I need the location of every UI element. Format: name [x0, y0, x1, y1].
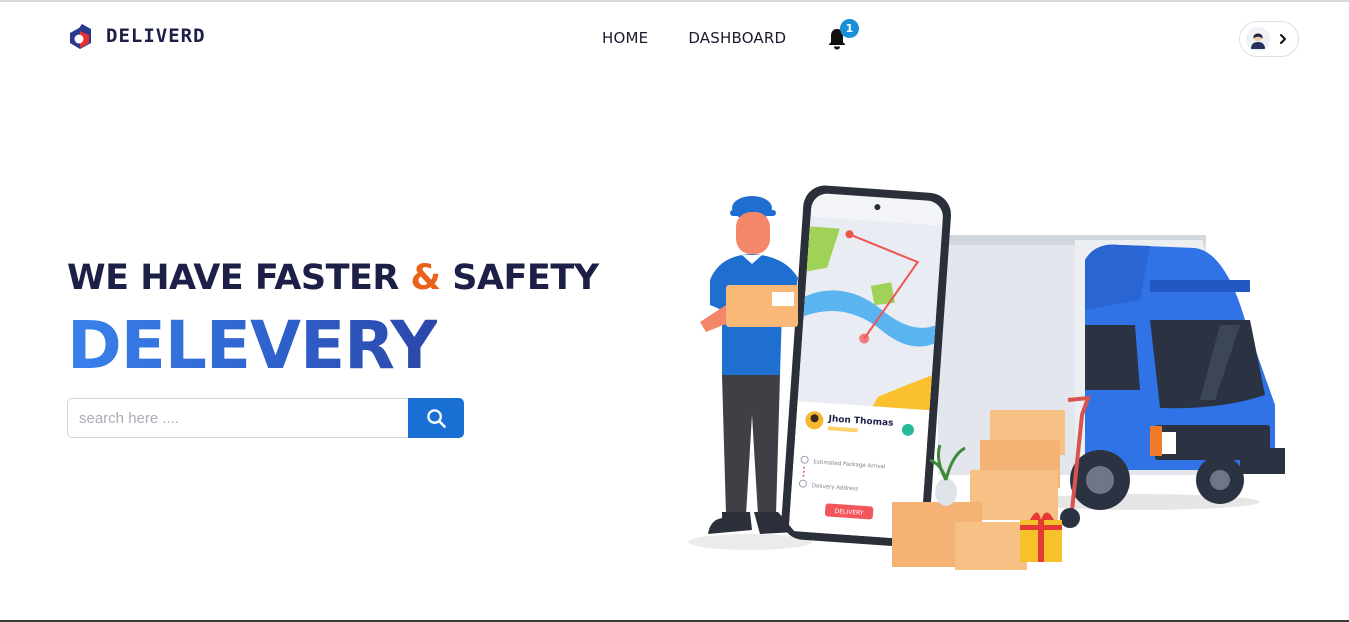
- nav-home[interactable]: HOME: [602, 29, 648, 47]
- tagline-part-1: WE HAVE FASTER: [67, 258, 399, 298]
- main-nav: HOME DASHBOARD: [602, 29, 786, 47]
- avatar-icon: [1246, 27, 1270, 51]
- hero-headline: DELEVERY: [67, 307, 438, 384]
- phone-mockup: Jhon Thomas Estimated Package Arrival De…: [781, 185, 952, 548]
- chevron-right-icon: [1280, 34, 1286, 44]
- profile-menu[interactable]: [1239, 21, 1299, 57]
- courier: [700, 196, 798, 534]
- nav-dashboard[interactable]: DASHBOARD: [688, 29, 786, 47]
- avatar: [1246, 27, 1270, 51]
- tagline-ampersand: &: [410, 258, 442, 298]
- search-form: [67, 398, 464, 438]
- delivery-illustration: Jhon Thomas Estimated Package Arrival De…: [688, 185, 1285, 570]
- brand-name: DELIVERD: [106, 25, 206, 47]
- notification-badge: 1: [840, 19, 859, 38]
- logo-icon: [70, 24, 91, 49]
- search-input[interactable]: [67, 398, 408, 438]
- search-button[interactable]: [408, 398, 464, 438]
- header: DELIVERD HOME DASHBOARD 1: [0, 2, 1349, 74]
- tagline-part-2: SAFETY: [452, 258, 599, 298]
- hero-tagline: WE HAVE FASTER & SAFETY: [67, 258, 599, 298]
- search-icon: [426, 408, 446, 428]
- brand-link[interactable]: DELIVERD: [66, 22, 206, 50]
